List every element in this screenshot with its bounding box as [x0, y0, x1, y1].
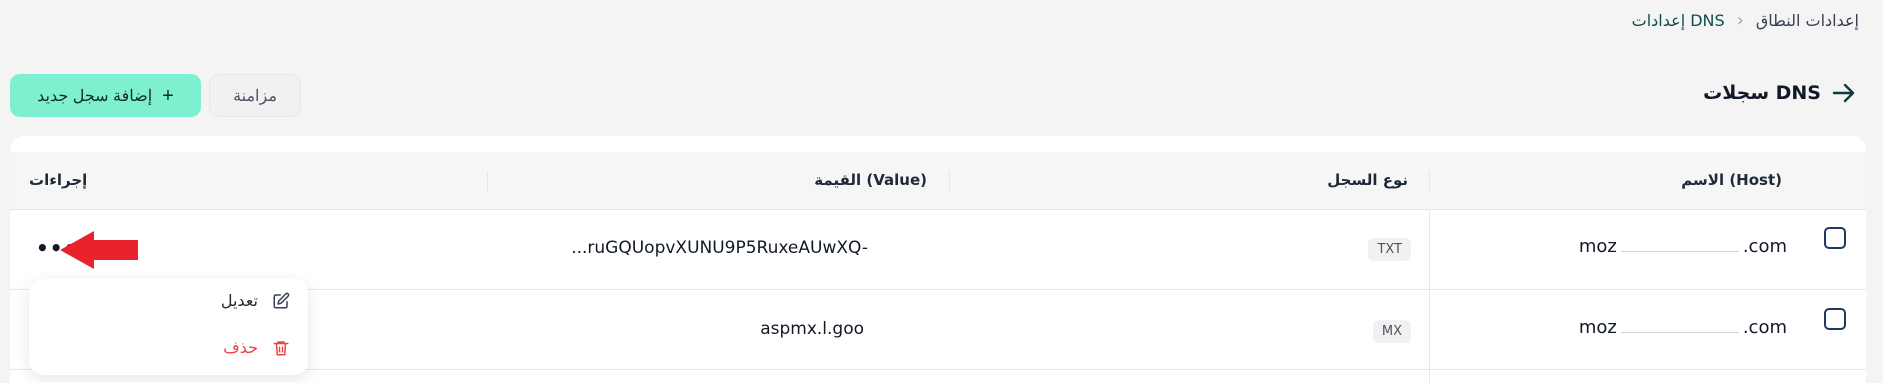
redacted-segment: [1620, 250, 1739, 252]
column-header-value: القيمة (Value): [814, 171, 927, 189]
page-title: سجلات DNS: [1703, 82, 1821, 104]
host-prefix: moz: [1578, 317, 1617, 338]
row-checkbox[interactable]: [1824, 227, 1846, 249]
row-checkbox[interactable]: [1824, 308, 1846, 330]
breadcrumb-dns-settings: إعدادات DNS: [1631, 11, 1725, 30]
arrow-right-icon[interactable]: [1831, 82, 1857, 104]
column-header-host: الاسم (Host): [1681, 171, 1782, 189]
record-type-badge: TXT: [1368, 238, 1411, 261]
sync-label: مزامنة: [233, 87, 277, 105]
trash-icon: [273, 340, 289, 355]
column-divider: [1429, 171, 1430, 191]
plus-icon: +: [162, 84, 174, 107]
breadcrumb-domain-settings[interactable]: إعدادات النطاق: [1756, 11, 1859, 30]
table-header: [10, 152, 1866, 210]
chevron-left-icon: ›: [1736, 10, 1744, 31]
sync-button[interactable]: مزامنة: [209, 74, 301, 117]
host-suffix: .com: [1742, 317, 1787, 338]
column-divider: [487, 171, 488, 191]
edit-icon: [273, 292, 290, 308]
record-value: ...ruGQUopvXUNU9P5RuxeAUwXQ-: [571, 238, 868, 258]
column-divider: [1429, 210, 1430, 383]
column-header-actions: إجراءات: [29, 171, 88, 189]
host-prefix: moz: [1578, 236, 1617, 257]
breadcrumb: إعدادات النطاق › إعدادات DNS: [1632, 10, 1859, 31]
column-divider: [949, 171, 950, 191]
record-type-badge: MX: [1372, 320, 1411, 343]
menu-item-delete[interactable]: حذف: [29, 338, 308, 357]
host-value: moz .com: [1579, 236, 1787, 257]
annotation-arrow-icon: [60, 231, 138, 269]
menu-item-edit[interactable]: تعديل: [29, 291, 308, 310]
host-suffix: .com: [1742, 236, 1787, 257]
add-record-button[interactable]: + إضافة سجل جديد: [10, 74, 201, 117]
record-value: aspmx.l.goo: [760, 319, 864, 339]
edit-label: تعديل: [220, 291, 258, 310]
redacted-segment: [1620, 331, 1739, 333]
add-record-label: إضافة سجل جديد: [37, 87, 153, 105]
host-value: moz .com: [1579, 317, 1787, 338]
column-header-type: نوع السجل: [1327, 171, 1408, 189]
delete-label: حذف: [223, 338, 258, 357]
